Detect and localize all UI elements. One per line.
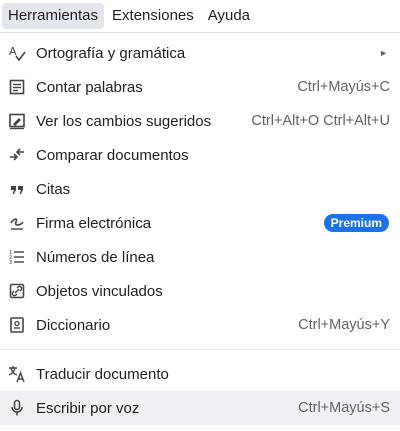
word-count-icon (8, 78, 26, 96)
menu-item-dictionary[interactable]: Diccionario Ctrl+Mayús+Y (0, 308, 400, 342)
menu-item-linked-objects[interactable]: Objetos vinculados (0, 274, 400, 308)
menu-item-shortcut: Ctrl+Mayús+C (297, 79, 390, 95)
menu-item-label: Traducir documento (36, 365, 169, 383)
svg-text:3: 3 (9, 260, 12, 266)
tools-menu: A Ortografía y gramática ► Contar palabr… (0, 32, 400, 431)
menu-item-label: Números de línea (36, 248, 155, 266)
linked-objects-icon (8, 282, 26, 300)
menu-item-line-numbers[interactable]: 123 Números de línea (0, 240, 400, 274)
menu-item-word-count[interactable]: Contar palabras Ctrl+Mayús+C (0, 70, 400, 104)
menu-item-review-suggestions[interactable]: Ver los cambios sugeridos Ctrl+Alt+O Ctr… (0, 104, 400, 138)
menu-divider (0, 349, 400, 350)
menu-item-translate-document[interactable]: Traducir documento (0, 357, 400, 391)
menu-item-esignature[interactable]: Firma electrónica Premium (0, 206, 400, 240)
menu-item-label: Comparar documentos (36, 146, 189, 164)
premium-badge: Premium (323, 214, 389, 232)
menu-item-voice-typing[interactable]: Escribir por voz Ctrl+Mayús+S (0, 391, 400, 425)
menu-item-label: Escribir por voz (36, 399, 140, 417)
line-numbers-icon: 123 (8, 248, 26, 266)
submenu-arrow-icon: ► (379, 48, 388, 58)
menu-item-label: Objetos vinculados (36, 282, 163, 300)
translate-icon (8, 365, 26, 383)
menu-item-shortcut: Ctrl+Alt+O Ctrl+Alt+U (251, 113, 390, 129)
menu-item-citations[interactable]: Citas (0, 172, 400, 206)
menubar-extensiones[interactable]: Extensiones (106, 3, 200, 29)
menu-item-shortcut: Ctrl+Mayús+Y (298, 317, 390, 333)
menu-item-label: Ver los cambios sugeridos (36, 112, 212, 130)
compare-icon (8, 146, 26, 164)
menu-item-shortcut: Ctrl+Mayús+S (298, 400, 390, 416)
menu-item-label: Firma electrónica (36, 214, 152, 232)
quote-icon (8, 180, 26, 198)
menu-item-label: Ortografía y gramática (36, 44, 186, 62)
svg-text:A: A (9, 45, 17, 58)
menu-item-label: Diccionario (36, 316, 111, 334)
menu-item-compare-documents[interactable]: Comparar documentos (0, 138, 400, 172)
signature-icon (8, 214, 26, 232)
menu-item-spelling-grammar[interactable]: A Ortografía y gramática ► (0, 36, 400, 70)
menu-item-label: Citas (36, 180, 71, 198)
menu-bar: Herramientas Extensiones Ayuda (0, 0, 400, 32)
review-edits-icon (8, 112, 26, 130)
dictionary-icon (8, 316, 26, 334)
microphone-icon (8, 399, 26, 417)
menu-item-label: Contar palabras (36, 78, 143, 96)
menubar-ayuda[interactable]: Ayuda (202, 3, 256, 29)
spellcheck-icon: A (8, 44, 26, 62)
menubar-herramientas[interactable]: Herramientas (2, 3, 105, 29)
